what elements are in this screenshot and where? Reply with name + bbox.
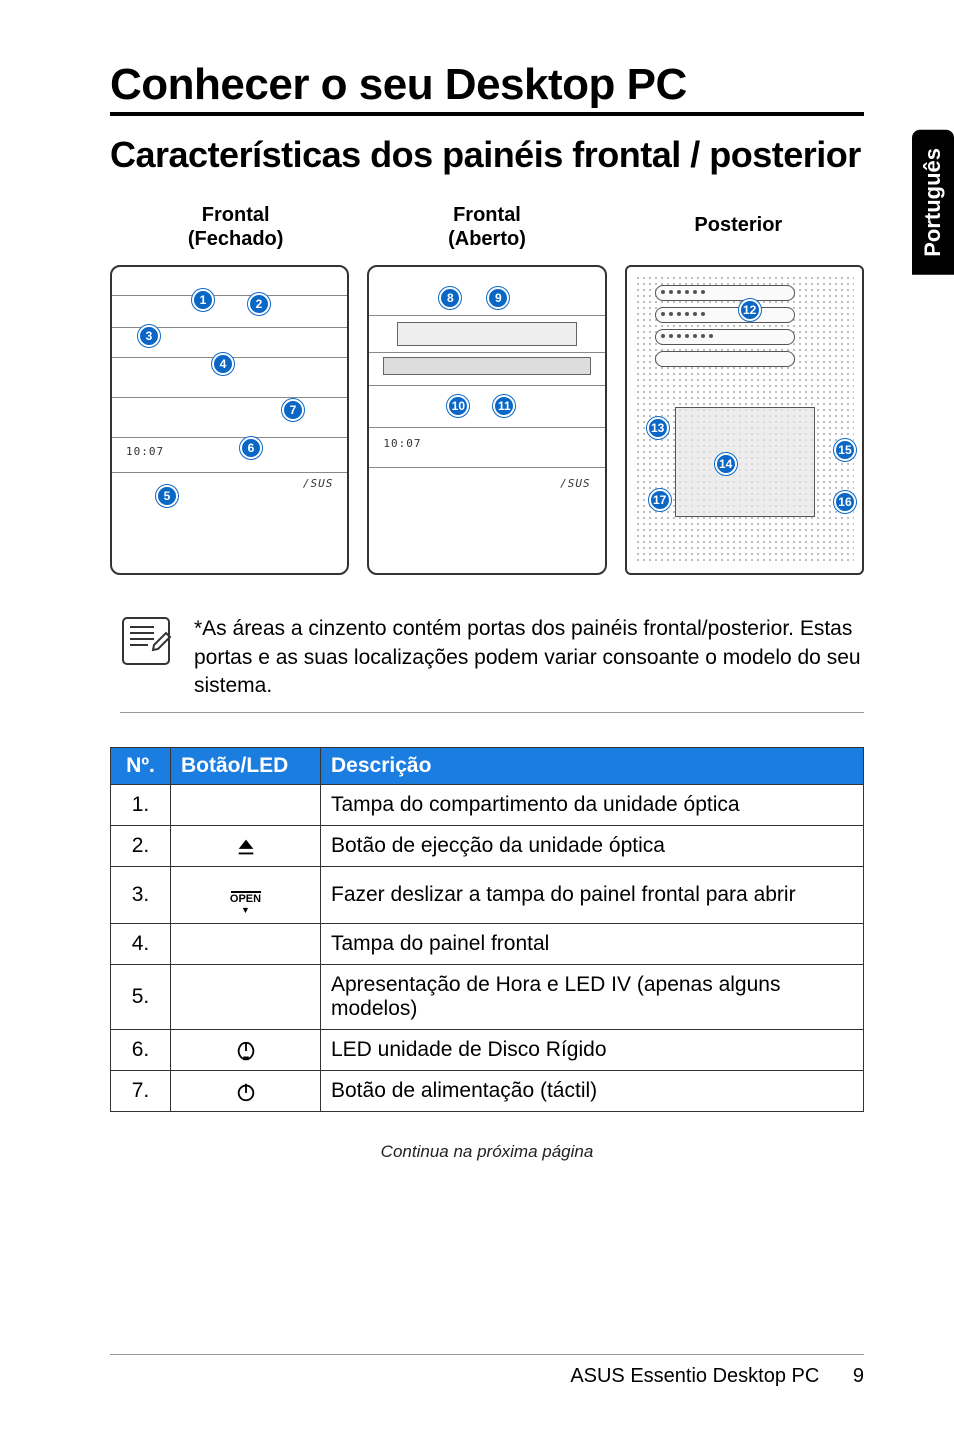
- note-block: *As áreas a cinzento contém portas dos p…: [120, 615, 864, 713]
- diagram-front-closed: 10:07 /SUS 1 2 3 4 7 6 5: [110, 265, 349, 575]
- footer-product: ASUS Essentio Desktop PC: [570, 1365, 819, 1387]
- eject-icon: [235, 836, 257, 858]
- time-display: 10:07: [126, 445, 164, 458]
- diagram-row: 10:07 /SUS 1 2 3 4 7 6 5 10:07 /SUS 8 9 …: [110, 265, 864, 575]
- callout-14: 14: [715, 453, 737, 475]
- table-row: 4. Tampa do painel frontal: [111, 924, 864, 965]
- th-button: Botão/LED: [171, 748, 321, 785]
- callout-12: 12: [739, 299, 761, 321]
- brand-logo: /SUS: [303, 477, 334, 490]
- callout-17: 17: [649, 489, 671, 511]
- callout-7: 7: [282, 399, 304, 421]
- label-front-closed: Frontal (Fechado): [110, 203, 361, 251]
- callout-8: 8: [439, 287, 461, 309]
- callout-1: 1: [192, 289, 214, 311]
- continue-text: Continua na próxima página: [110, 1142, 864, 1162]
- description-table: Nº. Botão/LED Descrição 1. Tampa do comp…: [110, 747, 864, 1112]
- callout-2: 2: [248, 293, 270, 315]
- page-footer: ASUS Essentio Desktop PC 9: [110, 1354, 864, 1388]
- label-front-open: Frontal (Aberto): [361, 203, 612, 251]
- th-no: Nº.: [111, 748, 171, 785]
- note-text: *As áreas a cinzento contém portas dos p…: [194, 615, 864, 700]
- label-rear: Posterior: [613, 203, 864, 251]
- hdd-led-icon: [235, 1040, 257, 1062]
- table-row: 2. Botão de ejecção da unidade óptica: [111, 826, 864, 867]
- callout-4: 4: [212, 353, 234, 375]
- section-title: Características dos painéis frontal / po…: [110, 134, 864, 175]
- page-content: Conhecer o seu Desktop PC Característica…: [0, 0, 954, 1162]
- panel-column-labels: Frontal (Fechado) Frontal (Aberto) Poste…: [110, 203, 864, 251]
- note-icon: [120, 615, 172, 667]
- open-icon: OPEN ▼: [230, 891, 261, 915]
- callout-3: 3: [138, 325, 160, 347]
- callout-9: 9: [487, 287, 509, 309]
- diagram-rear: 12 13 14 15 16 17: [625, 265, 864, 575]
- table-row: 3. OPEN ▼ Fazer deslizar a tampa do pain…: [111, 867, 864, 924]
- callout-13: 13: [647, 417, 669, 439]
- diagram-front-open: 10:07 /SUS 8 9 10 11: [367, 265, 606, 575]
- power-icon: [235, 1081, 257, 1103]
- th-desc: Descrição: [321, 748, 864, 785]
- language-tab: Português: [912, 130, 954, 275]
- brand-logo-open: /SUS: [560, 477, 591, 490]
- table-row: 1. Tampa do compartimento da unidade ópt…: [111, 785, 864, 826]
- callout-11: 11: [493, 395, 515, 417]
- chapter-title: Conhecer o seu Desktop PC: [110, 60, 864, 116]
- callout-5: 5: [156, 485, 178, 507]
- callout-6: 6: [240, 437, 262, 459]
- table-row: 7. Botão de alimentação (táctil): [111, 1071, 864, 1112]
- time-display-open: 10:07: [383, 437, 421, 450]
- table-row: 6. LED unidade de Disco Rígido: [111, 1030, 864, 1071]
- table-row: 5. Apresentação de Hora e LED IV (apenas…: [111, 965, 864, 1030]
- footer-page-number: 9: [853, 1365, 864, 1388]
- callout-10: 10: [447, 395, 469, 417]
